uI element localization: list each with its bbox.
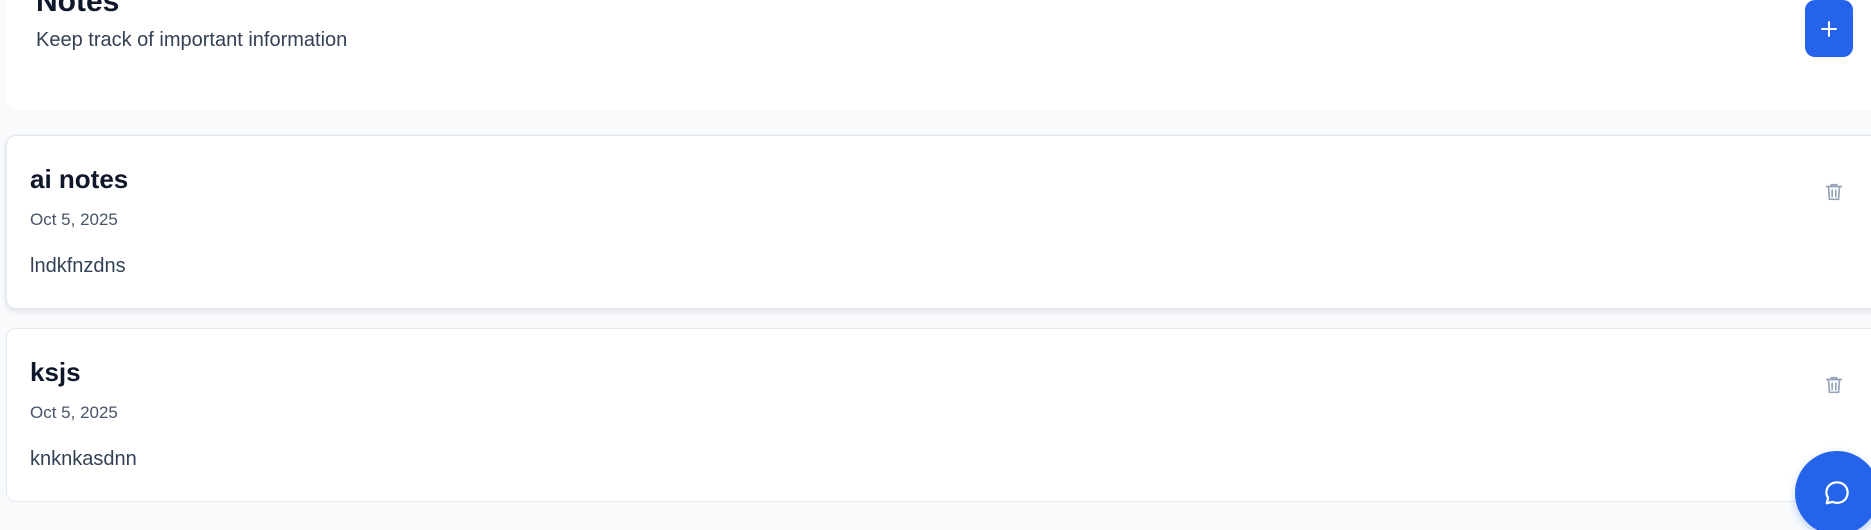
- notes-header: Notes Keep track of important informatio…: [6, 0, 1871, 110]
- note-card[interactable]: ai notes Oct 5, 2025 lndkfnzdns: [6, 135, 1871, 309]
- delete-note-button[interactable]: [1819, 177, 1849, 207]
- trash-icon: [1825, 183, 1843, 201]
- chat-bubble-icon: [1825, 481, 1849, 505]
- note-content: knknkasdnn: [30, 448, 137, 470]
- note-date: Oct 5, 2025: [30, 403, 118, 422]
- note-title: ai notes: [30, 164, 129, 194]
- page-subtitle: Keep track of important information: [36, 29, 348, 51]
- page-title: Notes: [36, 0, 120, 18]
- note-card[interactable]: ksjs Oct 5, 2025 knknkasdnn: [6, 328, 1871, 502]
- plus-icon: [1821, 20, 1837, 37]
- add-note-button[interactable]: [1805, 0, 1853, 57]
- note-content: lndkfnzdns: [30, 255, 126, 277]
- delete-note-button[interactable]: [1819, 370, 1849, 400]
- note-date: Oct 5, 2025: [30, 210, 118, 229]
- trash-icon: [1825, 376, 1843, 394]
- chat-button[interactable]: [1795, 451, 1871, 530]
- note-title: ksjs: [30, 357, 81, 387]
- notes-page: Notes Keep track of important informatio…: [0, 0, 1871, 530]
